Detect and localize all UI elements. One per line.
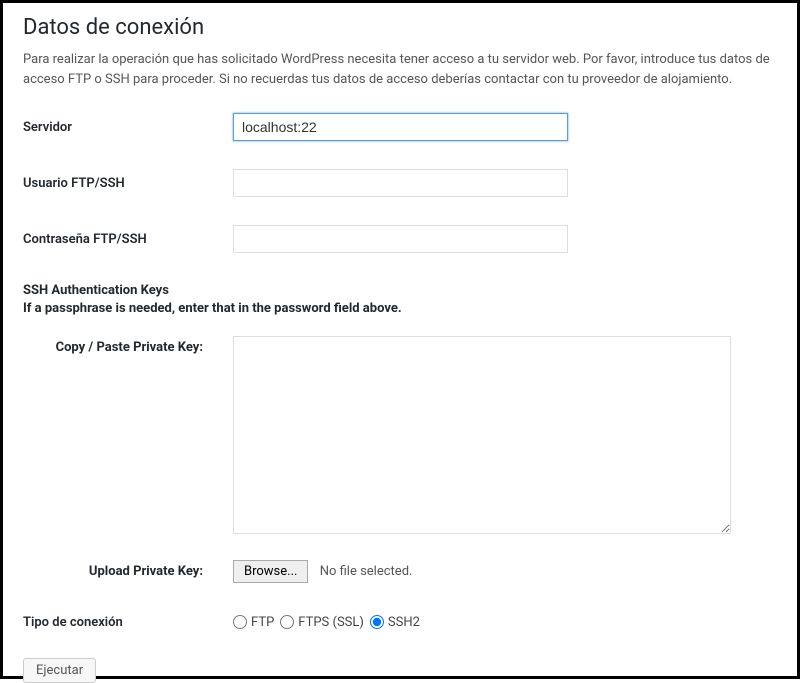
radio-ssh2[interactable] [370,615,384,629]
upload-key-label: Upload Private Key: [23,564,233,579]
upload-key-row: Upload Private Key: Browse... No file se… [23,560,777,583]
ssh-keys-sub: If a passphrase is needed, enter that in… [23,301,777,316]
radio-ftps-item: FTPS (SSL) [280,615,364,630]
private-key-row: Copy / Paste Private Key: [23,336,777,538]
radio-ftps-label[interactable]: FTPS (SSL) [298,615,364,630]
ssh-keys-heading: SSH Authentication Keys [23,281,777,301]
browse-button[interactable]: Browse... [233,560,308,583]
username-row: Usuario FTP/SSH [23,169,777,197]
radio-ftp[interactable] [233,615,247,629]
page-title: Datos de conexión [23,15,777,40]
connection-type-row: Tipo de conexión FTP FTPS (SSL) SSH2 [23,615,777,630]
ssh-keys-section: SSH Authentication Keys If a passphrase … [23,281,777,316]
radio-ssh2-item: SSH2 [370,615,420,630]
radio-ftp-label[interactable]: FTP [251,615,274,630]
private-key-label: Copy / Paste Private Key: [23,336,233,355]
hostname-input[interactable] [233,113,568,141]
connection-type-label: Tipo de conexión [23,615,233,630]
connection-info-panel: Datos de conexión Para realizar la opera… [0,0,800,679]
password-row: Contraseña FTP/SSH [23,225,777,253]
radio-ftps[interactable] [280,615,294,629]
file-status: No file selected. [320,564,413,579]
username-label: Usuario FTP/SSH [23,176,233,191]
radio-ssh2-label[interactable]: SSH2 [388,615,420,630]
hostname-label: Servidor [23,120,233,135]
hostname-row: Servidor [23,113,777,141]
intro-text: Para realizar la operación que has solic… [23,50,777,89]
radio-ftp-item: FTP [233,615,274,630]
username-input[interactable] [233,169,568,197]
private-key-textarea[interactable] [233,336,731,534]
password-label: Contraseña FTP/SSH [23,232,233,247]
password-input[interactable] [233,225,568,253]
